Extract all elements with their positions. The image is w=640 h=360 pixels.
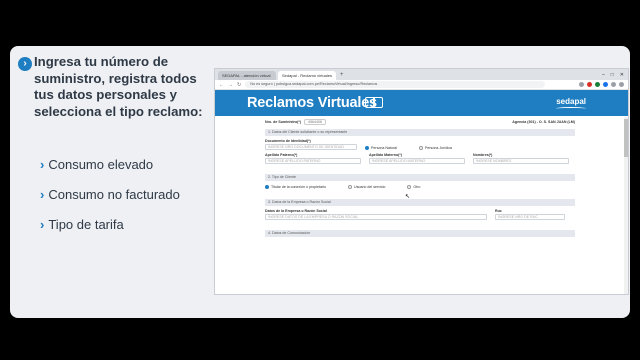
radio-persona-natural[interactable]: Persona Natural (365, 146, 397, 150)
ap-materno-input[interactable]: INGRESE APELLIDO MATERNO (369, 158, 465, 164)
radio-label: Titular de la conexión o propietario (271, 185, 327, 189)
bullet-item: › Consumo no facturado (40, 179, 180, 209)
browser-tab[interactable]: SEDAPAL - atención virtual (218, 71, 276, 80)
form-content: Nro. de Suministro(*) 4564406 Agencia (3… (265, 117, 575, 294)
radio-otro[interactable]: Otro (407, 185, 420, 189)
extension-icons (579, 82, 624, 87)
bullet-label: Consumo elevado (48, 156, 154, 172)
bullet-item: › Consumo elevado (40, 149, 180, 179)
reload-icon[interactable]: ↻ (237, 82, 241, 88)
address-bar: ← → ↻ No es seguro | pubsigca.sedapal.co… (215, 80, 628, 90)
minimize-icon[interactable]: – (602, 71, 605, 80)
bookmark-icon[interactable] (579, 82, 584, 87)
sedapal-logo[interactable]: sedapal (556, 97, 586, 106)
window-controls: – □ ✕ (602, 71, 628, 80)
scrollbar-thumb[interactable] (624, 119, 628, 157)
site-header: Reclamos Virtuales sedapal (215, 90, 628, 116)
logo-wave-icon (556, 107, 586, 110)
radio-icon (348, 185, 353, 189)
ruc-label: Ruc (495, 209, 502, 213)
book-icon (365, 97, 383, 108)
bottom-letterbox (0, 327, 640, 360)
chevron-right-icon: › (40, 156, 45, 172)
new-tab-icon[interactable]: + (340, 71, 344, 80)
back-icon[interactable]: ← (219, 82, 224, 88)
bullet-list: › Consumo elevado › Consumo no facturado… (40, 149, 180, 239)
radio-persona-juridica[interactable]: Persona Jurídica (418, 146, 452, 150)
radio-usuario[interactable]: Usuario del servicio (348, 185, 385, 189)
section-cliente: 1. Datos del Cliente solicitante o su re… (265, 129, 575, 164)
section-comunicacion: 4. Datos de Comunicación (265, 230, 575, 237)
url-field[interactable]: No es seguro | pubsigca.sedapal.com.pe/R… (245, 81, 546, 88)
browser-window: SEDAPAL - atención virtual Sedapal - Rec… (214, 68, 629, 295)
radio-label: Otro (413, 185, 421, 189)
ap-paterno-input[interactable]: INGRESE APELLIDO PATERNO (265, 158, 361, 164)
maximize-icon[interactable]: □ (611, 71, 614, 80)
chevron-right-icon: › (40, 216, 45, 232)
radio-icon (407, 185, 412, 189)
profile-icon[interactable] (611, 82, 616, 87)
chevron-right-icon: › (40, 186, 45, 202)
section-empresa: 3. Datos de la Empresa o Razón Social Da… (265, 199, 575, 220)
top-letterbox (0, 0, 640, 34)
radio-label: Usuario del servicio (354, 185, 386, 189)
extension-icon[interactable] (595, 82, 600, 87)
radio-label: Persona Jurídica (424, 146, 452, 150)
forward-icon[interactable]: → (228, 82, 233, 88)
radio-icon (418, 146, 423, 150)
section-title: 4. Datos de Comunicación (265, 230, 575, 237)
nombres-label: Nombres(*) (473, 153, 493, 157)
browser-tab-active[interactable]: Sedapal - Reclamo virtuales (278, 71, 336, 80)
chevron-right-circle-icon: › (18, 57, 32, 71)
ruc-input[interactable]: INGRESE NRO DE RUC (495, 214, 565, 220)
tab-strip: SEDAPAL - atención virtual Sedapal - Rec… (215, 69, 628, 80)
ap-paterno-label: Apellido Paterno(*) (265, 153, 298, 157)
ap-materno-label: Apellido Materno(*) (369, 153, 402, 157)
suministro-label: Nro. de Suministro(*) (265, 119, 301, 124)
section-title: 3. Datos de la Empresa o Razón Social (265, 199, 575, 206)
close-icon[interactable]: ✕ (620, 71, 624, 80)
suministro-value[interactable]: 4564406 (303, 118, 326, 125)
razon-label: Datos de la Empresa o Razón Social (265, 209, 327, 213)
radio-label: Persona Natural (371, 146, 397, 150)
suministro-row: Nro. de Suministro(*) 4564406 Agencia (3… (265, 117, 575, 126)
nombres-input[interactable]: INGRESE NOMBRES (473, 158, 569, 164)
extension-icon[interactable] (587, 82, 592, 87)
bullet-label: Consumo no facturado (48, 186, 180, 202)
radio-titular[interactable]: Titular de la conexión o propietario (265, 185, 326, 189)
mouse-cursor-icon: ↖ (405, 194, 411, 200)
extension-icon[interactable] (603, 82, 608, 87)
menu-icon[interactable] (619, 82, 624, 87)
agencia-text: Agencia (301) - O. S. SAN JUAN (LM) (512, 119, 575, 124)
razon-input[interactable]: INGRESE DATOS DE LA EMPRESA O RAZON SOCI… (265, 214, 487, 220)
page-title: Reclamos Virtuales (247, 95, 377, 111)
radio-selected-icon (365, 146, 369, 150)
intro-block: › Ingresa tu número de suministro, regis… (18, 54, 208, 120)
bullet-item: › Tipo de tarifa (40, 209, 180, 239)
section-title: 1. Datos del Cliente solicitante o su re… (265, 129, 575, 136)
intro-text: Ingresa tu número de suministro, registr… (34, 54, 203, 119)
doc-label: Documento de Identidad(*) (265, 139, 311, 143)
bullet-label: Tipo de tarifa (48, 216, 124, 232)
section-title: 2. Tipo de Cliente (265, 174, 575, 181)
radio-selected-icon (265, 185, 269, 189)
doc-input[interactable]: INGRESE NRO DOCUMENTO DE IDENTIDAD (265, 144, 357, 150)
section-tipo-cliente: 2. Tipo de Cliente Titular de la conexió… (265, 174, 575, 189)
